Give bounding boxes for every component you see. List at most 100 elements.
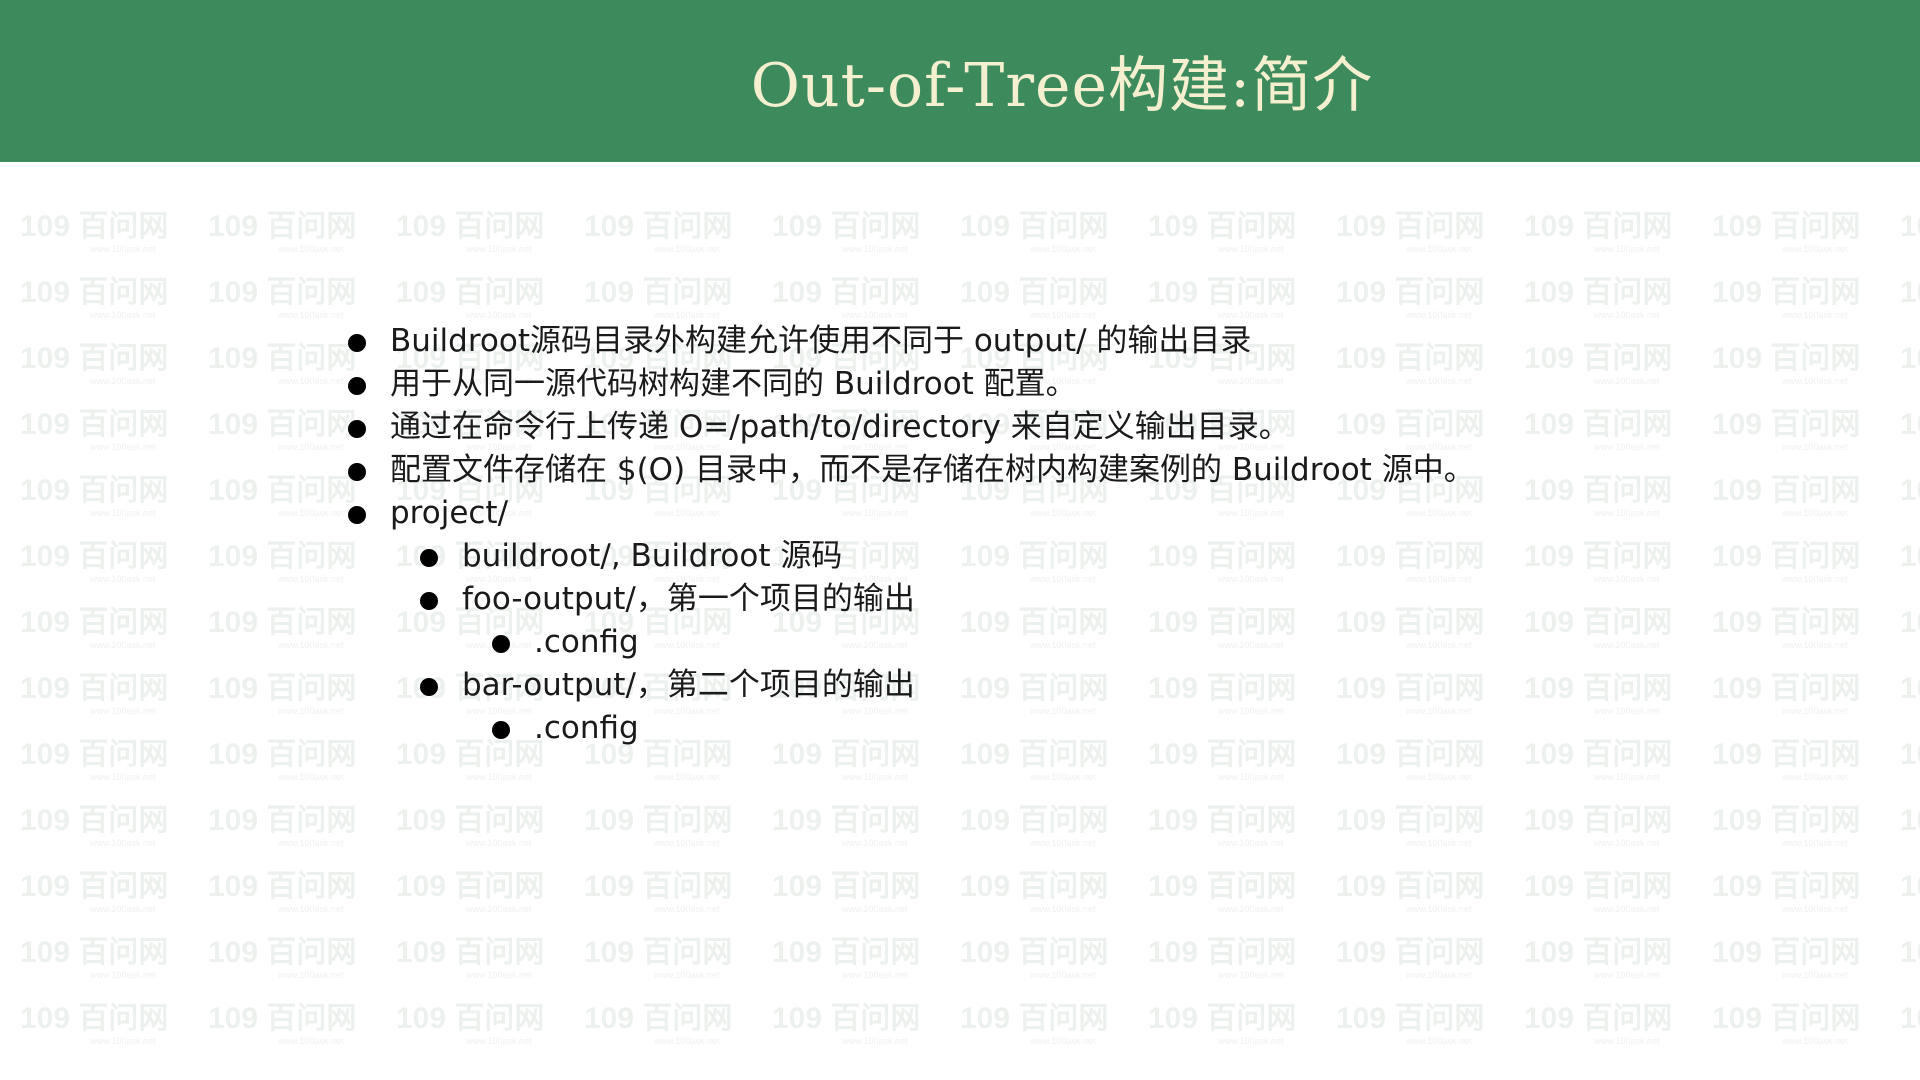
bullet-dot-icon [492,635,510,653]
watermark-tile: 109 百问网www.100ask.net [1900,342,1920,375]
watermark-tile: 109 百问网www.100ask.net [772,936,921,980]
watermark-tile: 109 百问网www.100ask.net [208,606,357,650]
watermark-tile: 109 百问网www.100ask.net [1524,210,1673,254]
bullet-text: project/ [390,495,509,531]
watermark-tile: 109 百问网www.100ask.net [396,870,545,914]
watermark-tile: 109 百问网www.100ask.net [396,936,545,980]
bullet-item: 通过在命令行上传递 O=/path/to/directory 来自定义输出目录。 [346,406,1846,449]
watermark-tile: 109 百问网www.100ask.net [960,210,1109,254]
slide-title: Out-of-Tree构建:简介 [750,51,1374,121]
watermark-tile: 109 百问网www.100ask.net [1900,804,1920,837]
watermark-tile: 109 百问网www.100ask.net [396,1002,545,1046]
watermark-tile: 109 百问网www.100ask.net [1148,870,1297,914]
watermark-tile: 109 百问网www.100ask.net [1712,276,1861,320]
watermark-tile: 109 百问网www.100ask.net [20,606,169,650]
bullet-dot-icon [348,377,366,395]
sub-bullet-item: foo-output/，第一个项目的输出 [346,578,1846,621]
bullet-dot-icon [348,463,366,481]
watermark-tile: 109 百问网www.100ask.net [1900,672,1920,705]
bullet-item: 用于从同一源代码树构建不同的 Buildroot 配置。 [346,363,1846,406]
watermark-tile: 109 百问网www.100ask.net [1900,870,1920,903]
watermark-tile: 109 百问网www.100ask.net [208,474,357,518]
watermark-tile: 109 百问网www.100ask.net [20,1002,169,1046]
watermark-tile: 109 百问网www.100ask.net [1712,936,1861,980]
watermark-tile: 109 百问网www.100ask.net [208,870,357,914]
watermark-tile: 109 百问网www.100ask.net [1148,210,1297,254]
watermark-tile: 109 百问网www.100ask.net [772,804,921,848]
watermark-tile: 109 百问网www.100ask.net [584,870,733,914]
watermark-tile: 109 百问网www.100ask.net [1524,276,1673,320]
watermark-tile: 109 百问网www.100ask.net [20,738,169,782]
watermark-tile: 109 百问网www.100ask.net [396,804,545,848]
watermark-tile: 109 百问网www.100ask.net [1148,936,1297,980]
bullet-item: Buildroot源码目录外构建允许使用不同于 output/ 的输出目录 [346,320,1846,363]
bullet-dot-icon [420,678,438,696]
sub-bullet-item: buildroot/, Buildroot 源码 [346,535,1846,578]
sub-bullet-text: foo-output/，第一个项目的输出 [462,581,915,617]
bullet-dot-icon [348,334,366,352]
watermark-tile: 109 百问网www.100ask.net [1336,804,1485,848]
watermark-tile: 109 百问网www.100ask.net [1336,276,1485,320]
watermark-tile: 109 百问网www.100ask.net [20,408,169,452]
watermark-tile: 109 百问网www.100ask.net [772,210,921,254]
watermark-tile: 109 百问网www.100ask.net [584,276,733,320]
bullet-dot-icon [492,721,510,739]
watermark-tile: 109 百问网www.100ask.net [1712,210,1861,254]
watermark-tile: 109 百问网www.100ask.net [1712,870,1861,914]
watermark-tile: 109 百问网www.100ask.net [1900,276,1920,309]
watermark-tile: 109 百问网www.100ask.net [1336,1002,1485,1046]
watermark-tile: 109 百问网www.100ask.net [1900,1002,1920,1035]
watermark-tile: 109 百问网www.100ask.net [772,276,921,320]
watermark-tile: 109 百问网www.100ask.net [1148,1002,1297,1046]
bullet-text: 通过在命令行上传递 O=/path/to/directory 来自定义输出目录。 [390,409,1290,445]
watermark-tile: 109 百问网www.100ask.net [1900,474,1920,507]
bullet-dot-icon [348,506,366,524]
watermark-tile: 109 百问网www.100ask.net [1900,936,1920,969]
sub-sub-bullet-item: .config [346,707,1846,750]
watermark-tile: 109 百问网www.100ask.net [20,672,169,716]
title-banner: Out-of-Tree构建:简介 [0,0,1920,162]
watermark-tile: 109 百问网www.100ask.net [20,936,169,980]
watermark-tile: 109 百问网www.100ask.net [208,1002,357,1046]
watermark-tile: 109 百问网www.100ask.net [1148,804,1297,848]
watermark-tile: 109 百问网www.100ask.net [1336,870,1485,914]
bullet-item: 配置文件存储在 $(O) 目录中，而不是存储在树内构建案例的 Buildroot… [346,449,1846,492]
bullet-dot-icon [420,549,438,567]
watermark-tile: 109 百问网www.100ask.net [1900,540,1920,573]
watermark-tile: 109 百问网www.100ask.net [1712,1002,1861,1046]
sub-bullet-text: bar-output/，第二个项目的输出 [462,667,915,703]
watermark-tile: 109 百问网www.100ask.net [208,276,357,320]
watermark-tile: 109 百问网www.100ask.net [960,1002,1109,1046]
watermark-tile: 109 百问网www.100ask.net [1900,210,1920,243]
bullet-dot-icon [348,420,366,438]
watermark-tile: 109 百问网www.100ask.net [960,870,1109,914]
sub-sub-bullet-text: .config [534,710,639,746]
bullet-item: project/ [346,492,1846,535]
watermark-tile: 109 百问网www.100ask.net [584,936,733,980]
sub-sub-bullet-text: .config [534,624,639,660]
watermark-tile: 109 百问网www.100ask.net [20,540,169,584]
watermark-tile: 109 百问网www.100ask.net [20,870,169,914]
watermark-tile: 109 百问网www.100ask.net [1524,1002,1673,1046]
watermark-tile: 109 百问网www.100ask.net [208,540,357,584]
watermark-tile: 109 百问网www.100ask.net [1336,210,1485,254]
watermark-tile: 109 百问网www.100ask.net [584,1002,733,1046]
sub-bullet-item: bar-output/，第二个项目的输出 [346,664,1846,707]
watermark-tile: 109 百问网www.100ask.net [1148,276,1297,320]
watermark-tile: 109 百问网www.100ask.net [960,804,1109,848]
watermark-tile: 109 百问网www.100ask.net [208,804,357,848]
watermark-tile: 109 百问网www.100ask.net [1900,738,1920,771]
watermark-tile: 109 百问网www.100ask.net [1524,804,1673,848]
watermark-tile: 109 百问网www.100ask.net [772,1002,921,1046]
bullet-dot-icon [420,592,438,610]
watermark-tile: 109 百问网www.100ask.net [960,936,1109,980]
watermark-tile: 109 百问网www.100ask.net [1524,870,1673,914]
sub-sub-bullet-item: .config [346,621,1846,664]
bullet-text: 配置文件存储在 $(O) 目录中，而不是存储在树内构建案例的 Buildroot… [390,452,1475,488]
watermark-tile: 109 百问网www.100ask.net [208,936,357,980]
watermark-tile: 109 百问网www.100ask.net [1336,936,1485,980]
bullet-text: 用于从同一源代码树构建不同的 Buildroot 配置。 [390,366,1077,402]
watermark-tile: 109 百问网www.100ask.net [1900,606,1920,639]
watermark-tile: 109 百问网www.100ask.net [20,474,169,518]
watermark-tile: 109 百问网www.100ask.net [1524,936,1673,980]
